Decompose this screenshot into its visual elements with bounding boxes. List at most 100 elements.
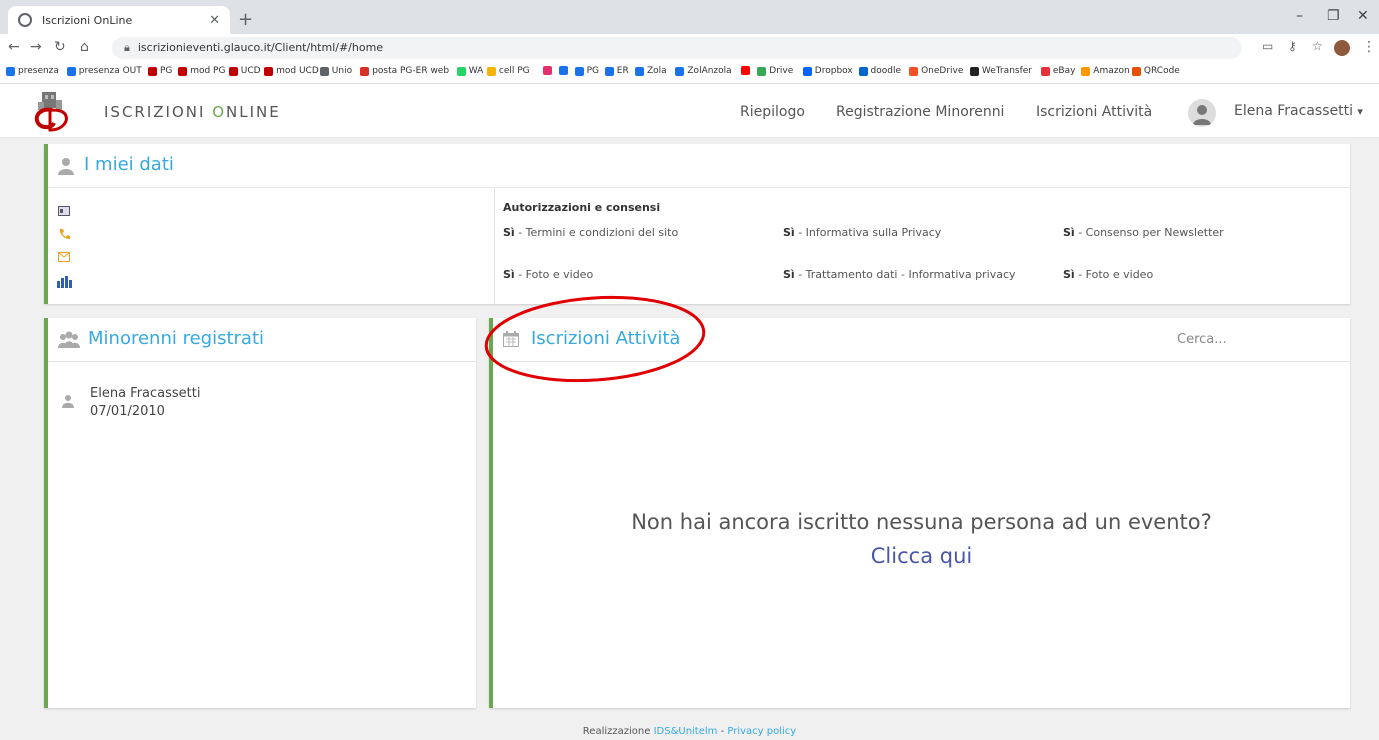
my-data-panel: I miei dati Autorizzazioni e consensi Sì… <box>44 144 1350 304</box>
restore-icon[interactable]: ❐ <box>1327 8 1340 24</box>
bookmark-icon <box>148 66 157 76</box>
footer: Realizzazione IDS&Unitelm - Privacy poli… <box>582 726 797 737</box>
bookmark-item[interactable]: Dropbox <box>802 66 853 76</box>
user-icon <box>1193 105 1211 125</box>
bookmark-icon <box>6 66 15 76</box>
bookmark-item[interactable]: WA <box>456 66 483 76</box>
consent-item: Sì - Trattamento dati - Informativa priv… <box>783 268 1016 281</box>
cta-link[interactable]: Clicca qui <box>493 544 1350 568</box>
bookmark-item[interactable]: OneDrive <box>909 66 963 76</box>
bookmark-icon <box>456 66 466 76</box>
bookmark-icon <box>858 66 868 76</box>
bookmark-icon <box>1081 66 1091 76</box>
minimize-icon[interactable]: – <box>1296 8 1303 24</box>
bookmark-icon <box>264 66 274 76</box>
envelope-icon <box>58 252 70 262</box>
bookmark-icon <box>909 66 919 76</box>
nav-riepilogo[interactable]: Riepilogo <box>740 104 805 120</box>
menu-dots-icon[interactable]: ⋮ <box>1362 39 1376 55</box>
nav-registrazione-minorenni[interactable]: Registrazione Minorenni <box>836 104 1004 120</box>
privacy-link[interactable]: Privacy policy <box>727 726 796 737</box>
bookmark-item[interactable] <box>558 66 571 75</box>
bookmark-icon <box>802 66 812 76</box>
bookmark-item[interactable]: Zola <box>635 66 667 76</box>
back-icon[interactable]: ← <box>8 39 20 55</box>
user-avatar[interactable] <box>1188 99 1216 127</box>
bookmark-icon <box>574 66 584 76</box>
bookmark-icon <box>1040 66 1050 76</box>
bookmark-item[interactable]: eBay <box>1040 66 1075 76</box>
bookmark-icon <box>757 66 767 76</box>
bookmark-item[interactable]: mod PG <box>178 66 225 76</box>
lock-icon: 🔒︎ <box>124 41 130 54</box>
brand-title: ISCRIZIONI ONLINE <box>104 103 281 121</box>
bookmark-item[interactable]: UCD <box>228 66 261 76</box>
bookmark-item[interactable]: Amazon <box>1081 66 1130 76</box>
bookmark-icon <box>969 66 979 76</box>
minors-panel: Minorenni registrati Elena Fracassetti 0… <box>44 318 476 708</box>
user-menu[interactable]: Elena Fracassetti ▾ <box>1234 103 1363 119</box>
company-link[interactable]: IDS&Unitelm <box>654 726 718 737</box>
user-icon <box>62 395 74 408</box>
close-tab-icon[interactable]: ✕ <box>209 13 220 28</box>
bookmark-icon <box>675 66 685 76</box>
bookmark-item[interactable]: Unio <box>319 66 352 76</box>
bookmark-icon <box>178 66 188 76</box>
forward-icon[interactable]: → <box>30 39 42 55</box>
minor-birthdate: 07/01/2010 <box>90 404 165 419</box>
browser-toolbar: ← → ↻ ⌂ 🔒︎ iscrizionieventi.glauco.it/Cli… <box>0 34 1379 62</box>
my-data-header: I miei dati <box>48 144 1350 188</box>
minors-title: Minorenni registrati <box>88 328 265 349</box>
list-item[interactable]: Elena Fracassetti 07/01/2010 <box>58 384 458 424</box>
bookmark-item[interactable]: PG <box>574 66 599 76</box>
bookmark-item[interactable]: presenza OUT <box>66 66 142 76</box>
bookmark-item[interactable]: posta PG-ER web <box>360 66 449 76</box>
bookmark-icon <box>1131 66 1141 76</box>
reload-icon[interactable]: ↻ <box>54 39 66 55</box>
bookmark-item[interactable]: cell PG <box>486 66 530 76</box>
cast-icon[interactable]: ▭ <box>1262 39 1273 53</box>
cd-logo-icon[interactable] <box>30 90 70 132</box>
bookmark-icon <box>604 66 614 76</box>
bookmark-item[interactable]: mod UCD <box>264 66 319 76</box>
bookmark-item[interactable]: ZolAnzola <box>675 66 732 76</box>
bookmark-item[interactable]: ER <box>604 66 629 76</box>
home-icon[interactable]: ⌂ <box>80 39 89 55</box>
nav-iscrizioni-attivita[interactable]: Iscrizioni Attività <box>1036 104 1152 120</box>
id-card-icon <box>58 206 70 216</box>
bookmark-item[interactable]: presenza <box>6 66 59 76</box>
bookmark-item[interactable]: doodle <box>858 66 901 76</box>
bookmark-icon <box>741 66 751 75</box>
bookmark-item[interactable]: QRCode <box>1131 66 1180 76</box>
star-icon[interactable]: ☆ <box>1312 39 1323 53</box>
consent-item: Sì - Informativa sulla Privacy <box>783 226 942 239</box>
app-header: ISCRIZIONI ONLINE Riepilogo Registrazion… <box>0 84 1379 138</box>
divider <box>494 189 495 304</box>
bookmark-icon <box>558 66 568 75</box>
bookmark-item[interactable]: WeTransfer <box>969 66 1032 76</box>
user-icon <box>58 158 74 175</box>
town-icon <box>57 276 72 288</box>
bookmark-icon <box>542 66 552 75</box>
auth-title: Autorizzazioni e consensi <box>503 201 661 214</box>
globe-icon <box>18 13 32 27</box>
bookmark-icon <box>66 66 76 76</box>
browser-tab[interactable]: Iscrizioni OnLine ✕ <box>8 6 230 34</box>
annotation-ellipse <box>484 295 706 383</box>
profile-avatar-icon[interactable] <box>1334 40 1350 56</box>
bookmark-icon <box>360 66 370 76</box>
bookmark-item[interactable]: Drive <box>757 66 793 76</box>
phone-icon <box>59 229 70 239</box>
users-icon <box>58 331 80 348</box>
minors-header: Minorenni registrati <box>48 318 476 362</box>
bookmark-item[interactable] <box>741 66 753 75</box>
search-input[interactable]: Cerca... <box>1177 332 1227 347</box>
close-window-icon[interactable]: ✕ <box>1357 8 1369 24</box>
key-icon[interactable]: ⚷ <box>1288 39 1297 53</box>
bookmark-item[interactable]: PG <box>148 66 172 76</box>
minor-name: Elena Fracassetti <box>90 386 201 401</box>
empty-message: Non hai ancora iscritto nessuna persona … <box>631 510 1212 534</box>
address-bar[interactable]: 🔒︎ iscrizionieventi.glauco.it/Client/html… <box>112 37 1242 59</box>
new-tab-icon[interactable]: + <box>238 9 253 30</box>
bookmark-item[interactable] <box>542 66 555 75</box>
